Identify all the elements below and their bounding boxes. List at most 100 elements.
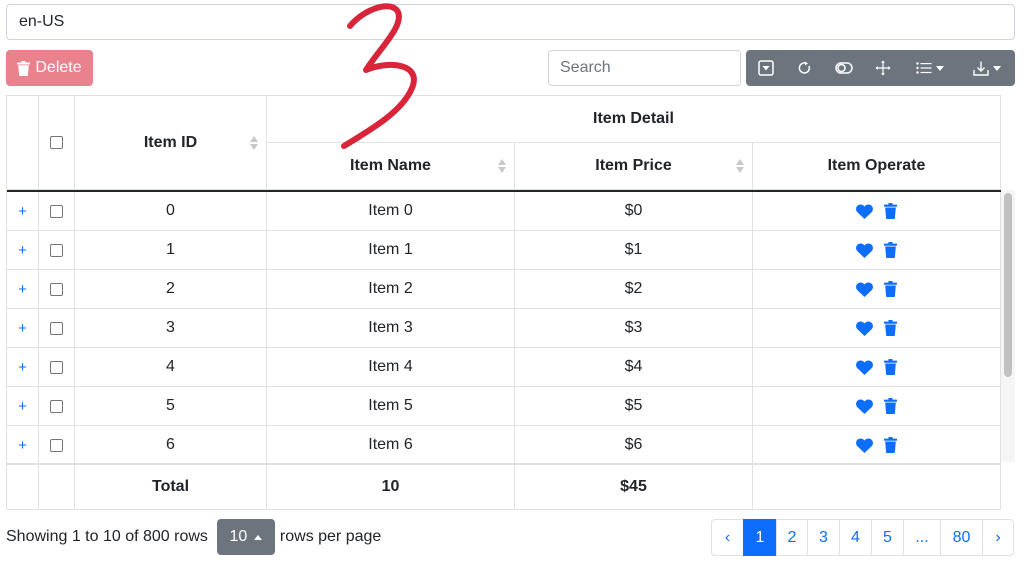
row-expand-cell: + [7, 192, 39, 231]
toggle-view-button[interactable] [824, 50, 864, 86]
header-item-price[interactable]: Item Price [515, 143, 753, 190]
footer-count: 10 [267, 463, 515, 510]
row-select-cell [39, 426, 75, 465]
page-item[interactable]: 80 [940, 519, 983, 556]
row-checkbox[interactable] [50, 399, 63, 413]
row-expand-cell: + [7, 309, 39, 348]
filter-icon [758, 60, 774, 76]
row-name-text: Item 3 [368, 319, 413, 336]
page-item[interactable]: 4 [839, 519, 872, 556]
footer-spacer [7, 463, 39, 510]
page-size-dropdown[interactable]: 10 [216, 519, 275, 555]
row-name-cell: Item 0 [267, 192, 515, 231]
pagination: ‹ 1 2 3 4 5... 80 › [711, 519, 1014, 556]
trash-icon[interactable] [884, 203, 897, 219]
heart-icon[interactable] [856, 360, 873, 375]
row-actions [856, 281, 897, 297]
locale-select[interactable]: en-US [6, 4, 1015, 40]
rows-per-page-label: rows per page [279, 528, 382, 545]
row-price-text: $6 [624, 436, 643, 453]
heart-icon[interactable] [856, 321, 873, 336]
row-select-cell [39, 231, 75, 270]
expand-row-button[interactable]: + [18, 359, 27, 376]
row-operate-cell [753, 309, 1001, 348]
trash-icon[interactable] [884, 320, 897, 336]
trash-icon[interactable] [884, 437, 897, 453]
row-id-cell: 4 [75, 348, 267, 387]
table-scrollbar-thumb[interactable] [1004, 193, 1012, 377]
row-id-text: 3 [166, 319, 175, 336]
sort-icon [250, 135, 258, 150]
row-price-cell: $5 [515, 387, 753, 426]
trash-icon[interactable] [884, 242, 897, 258]
page-item-label: 5 [883, 528, 892, 546]
row-checkbox[interactable] [50, 282, 63, 296]
row-id-text: 0 [166, 202, 175, 219]
row-checkbox[interactable] [50, 243, 63, 257]
page-item[interactable]: 2 [776, 519, 808, 556]
header-item-id-label: Item ID [143, 133, 198, 151]
expand-row-button[interactable]: + [18, 437, 27, 454]
heart-icon[interactable] [856, 282, 873, 297]
header-item-operate: Item Operate [753, 143, 1001, 190]
refresh-button[interactable] [786, 50, 824, 86]
refresh-icon [798, 61, 811, 74]
row-checkbox[interactable] [50, 204, 63, 218]
row-name-text: Item 6 [368, 436, 413, 453]
expand-row-button[interactable]: + [18, 242, 27, 259]
row-expand-cell: + [7, 231, 39, 270]
row-id-text: 2 [166, 280, 175, 297]
export-dropdown-button[interactable] [958, 50, 1015, 86]
row-checkbox[interactable] [50, 360, 63, 374]
row-actions [856, 359, 897, 375]
header-item-detail-label: Item Detail [593, 110, 674, 127]
header-item-id[interactable]: Item ID [75, 96, 267, 190]
heart-icon[interactable] [856, 438, 873, 453]
heart-icon[interactable] [856, 243, 873, 258]
expand-row-button[interactable]: + [18, 281, 27, 298]
row-name-text: Item 0 [368, 202, 413, 219]
row-price-cell: $2 [515, 270, 753, 309]
page-item-label: 1 [755, 528, 765, 546]
trash-icon [17, 60, 31, 76]
footer-sum-text: $45 [620, 477, 647, 495]
header-detail-spacer [7, 96, 39, 190]
delete-button[interactable]: Delete [6, 50, 93, 86]
trash-icon[interactable] [884, 398, 897, 414]
table-toolbar [746, 50, 1015, 86]
expand-row-button[interactable]: + [18, 320, 27, 337]
select-all-checkbox[interactable] [50, 136, 63, 149]
page-item[interactable]: 5 [871, 519, 904, 556]
heart-icon[interactable] [856, 399, 873, 414]
chevron-down-icon [936, 65, 944, 71]
page-item[interactable]: 1 [743, 519, 777, 556]
row-select-cell [39, 309, 75, 348]
row-operate-cell [753, 270, 1001, 309]
expand-row-button[interactable]: + [18, 203, 27, 220]
page-prev[interactable]: ‹ [711, 519, 744, 556]
trash-icon[interactable] [884, 281, 897, 297]
row-checkbox[interactable] [50, 321, 63, 335]
row-actions [856, 437, 897, 453]
row-select-cell [39, 270, 75, 309]
search-input[interactable] [548, 50, 741, 86]
footer-operate-spacer [753, 463, 1001, 510]
row-expand-cell: + [7, 270, 39, 309]
page-items: 1 2 3 4 5... 80 [743, 519, 983, 556]
columns-dropdown-button[interactable] [902, 50, 958, 86]
page-item[interactable]: 3 [807, 519, 840, 556]
heart-icon[interactable] [856, 204, 873, 219]
page-item: ... [903, 519, 941, 556]
filter-toggle-button[interactable] [746, 50, 786, 86]
fullscreen-button[interactable] [864, 50, 902, 86]
row-price-cell: $0 [515, 192, 753, 231]
trash-icon[interactable] [884, 359, 897, 375]
expand-row-button[interactable]: + [18, 398, 27, 415]
row-operate-cell [753, 348, 1001, 387]
row-actions [856, 203, 897, 219]
row-checkbox[interactable] [50, 438, 63, 452]
row-price-cell: $3 [515, 309, 753, 348]
page-item-label: 80 [952, 528, 971, 546]
row-name-text: Item 5 [368, 397, 413, 414]
page-next[interactable]: › [982, 519, 1014, 556]
